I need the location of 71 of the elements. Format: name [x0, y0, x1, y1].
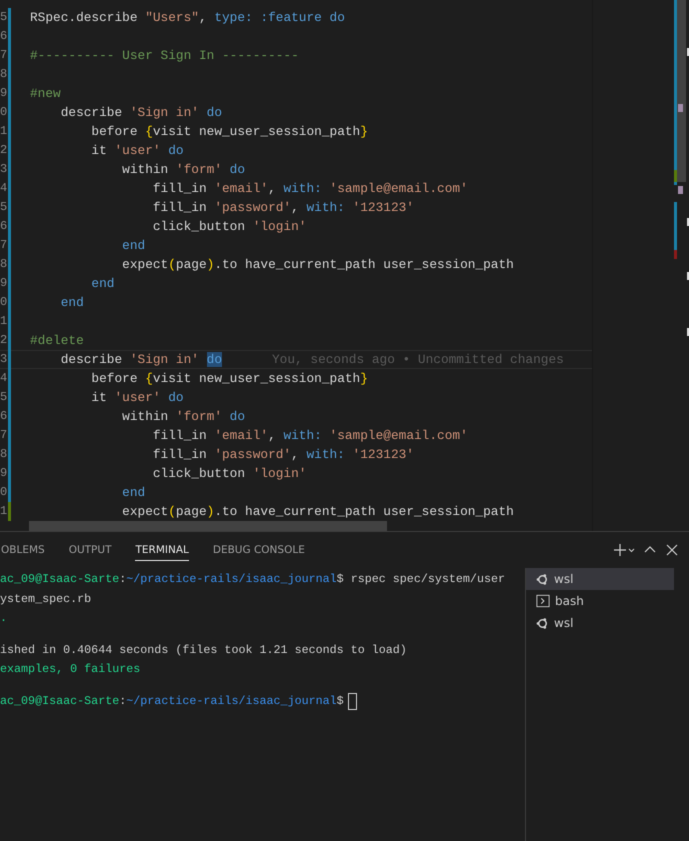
line-number: 1 — [0, 313, 7, 330]
terminal-line: ac_09@Isaac-Sarte:~/practice-rails/isaac_journal$ rspec spec/system/user — [0, 571, 505, 588]
line-number: 4 — [0, 370, 7, 387]
code-line: it 'user' do — [90, 389, 184, 407]
line-number: 0 — [0, 484, 7, 501]
terminal-icon — [536, 594, 550, 608]
line-number: 5 — [0, 199, 7, 216]
code-line: it 'user' do — [90, 142, 184, 160]
line-number: 8 — [0, 446, 7, 463]
code-line: end — [121, 484, 146, 502]
code-line: end — [60, 294, 84, 312]
blame-annotation: You, seconds ago • Uncommitted changes — [272, 352, 564, 367]
code-line: fill_in 'password', with: '123123' — [152, 199, 414, 217]
terminal-session[interactable]: wsl — [526, 612, 674, 634]
code-line: #---------- User Sign In ---------- — [30, 47, 299, 65]
line-number: 4 — [0, 180, 7, 197]
panel-tab[interactable]: OUTPUT — [68, 540, 112, 560]
line-number: 1 — [0, 503, 7, 520]
code-line: describe 'Sign in' do — [60, 104, 222, 122]
terminal-session[interactable]: bash — [526, 590, 674, 612]
terminal-line: ished in 0.40644 seconds (files took 1.21 seconds to load) — [0, 642, 407, 658]
line-number: 0 — [0, 294, 7, 311]
code-line: #delete — [30, 332, 84, 350]
code-line: fill_in 'password', with: '123123' — [152, 446, 414, 464]
panel-tab[interactable]: TERMINAL — [135, 540, 189, 560]
code-line: RSpec.describe "Users", type: :feature do — [30, 9, 345, 27]
terminal-line: ystem_spec.rb — [0, 590, 92, 608]
code-line: end — [90, 275, 114, 293]
line-number: 6 — [0, 408, 7, 425]
new-terminal-button[interactable] — [613, 543, 635, 557]
line-number: 9 — [0, 275, 7, 292]
code-line: fill_in 'email', with: 'sample@email.com' — [152, 180, 468, 198]
code-line: click_button 'login' — [152, 218, 306, 236]
ubuntu-icon — [536, 572, 549, 586]
code-line: within 'form' do — [121, 408, 246, 426]
code-line: click_button 'login' — [152, 465, 306, 483]
code-line: before {visit new_user_session_path} — [90, 123, 368, 141]
terminal-line: ac_09@Isaac-Sarte:~/practice-rails/isaac_journal$ — [0, 692, 344, 710]
terminal-line: examples, 0 failures — [0, 661, 140, 678]
code-line: expect(page).to have_current_path user_session_path — [121, 503, 514, 521]
line-number: 3 — [0, 351, 7, 368]
line-number: 0 — [0, 104, 7, 121]
line-number: 6 — [0, 218, 7, 235]
line-number: 6 — [0, 28, 7, 45]
line-number: 2 — [0, 332, 7, 349]
code-line: within 'form' do — [121, 161, 246, 179]
line-number: 8 — [0, 256, 7, 273]
code-line: before {visit new_user_session_path} — [90, 370, 368, 388]
code-line: expect(page).to have_current_path user_session_path — [121, 256, 514, 274]
horizontal-scrollbar[interactable] — [29, 521, 387, 531]
terminal-line: . — [0, 610, 8, 627]
panel-tab[interactable]: OBLEMS — [1, 540, 45, 560]
line-number: 7 — [0, 47, 7, 64]
line-number: 7 — [0, 237, 7, 254]
code-line: #new — [30, 85, 61, 103]
line-number: 9 — [0, 85, 7, 102]
line-number: 7 — [0, 427, 7, 444]
code-line: fill_in 'email', with: 'sample@email.com' — [152, 427, 468, 445]
line-number: 3 — [0, 161, 7, 178]
panel-tab[interactable]: DEBUG CONSOLE — [212, 540, 305, 560]
line-number: 2 — [0, 142, 7, 159]
line-number: 8 — [0, 66, 7, 83]
terminal-session[interactable]: wsl — [526, 568, 674, 590]
line-number: 1 — [0, 123, 7, 140]
line-number: 5 — [0, 9, 7, 26]
ubuntu-icon — [536, 616, 549, 630]
close-button[interactable] — [665, 543, 679, 557]
code-line: end — [121, 237, 146, 255]
line-number: 5 — [0, 389, 7, 406]
line-number: 9 — [0, 465, 7, 482]
code-line: describe 'Sign in' do — [60, 351, 222, 369]
